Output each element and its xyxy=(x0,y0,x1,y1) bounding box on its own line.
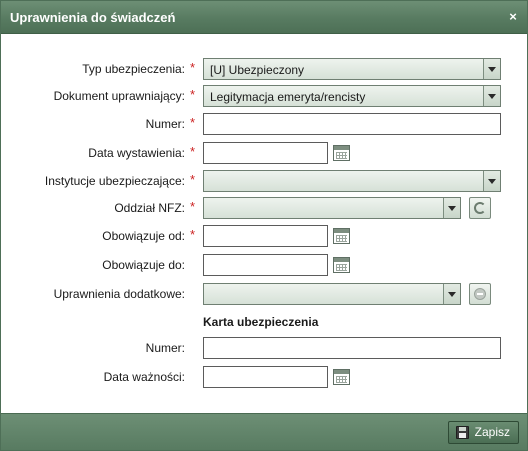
obowiazuje-do-input[interactable] xyxy=(203,254,328,276)
row-karta-numer: Numer: xyxy=(1,337,527,359)
uprawnienia-dodatkowe-label: Uprawnienia dodatkowe: xyxy=(53,287,185,301)
remove-button[interactable] xyxy=(469,283,491,305)
row-oddzial-nfz: Oddział NFZ: * xyxy=(1,197,527,219)
close-icon[interactable]: × xyxy=(505,9,521,25)
chevron-down-icon[interactable] xyxy=(443,284,460,304)
dialog-title: Uprawnienia do świadczeń xyxy=(10,10,176,25)
typ-ubezpieczenia-label: Typ ubezpieczenia: xyxy=(82,62,185,76)
insurance-rights-dialog: Uprawnienia do świadczeń × Typ ubezpiecz… xyxy=(0,0,528,451)
dokument-select[interactable]: Legitymacja emeryta/rencisty xyxy=(203,85,501,107)
instytucje-label: Instytucje ubezpieczające: xyxy=(44,174,185,188)
numer-input[interactable] xyxy=(203,113,501,135)
required-marker: * xyxy=(190,199,196,214)
karta-numer-input[interactable] xyxy=(203,337,501,359)
dokument-value: Legitymacja emeryta/rencisty xyxy=(210,90,366,104)
row-typ-ubezpieczenia: Typ ubezpieczenia: * [U] Ubezpieczony xyxy=(1,58,527,80)
dialog-titlebar: Uprawnienia do świadczeń × xyxy=(1,1,527,34)
oddzial-nfz-select[interactable] xyxy=(203,197,461,219)
save-button-label: Zapisz xyxy=(474,425,510,439)
obowiazuje-od-label: Obowiązuje od: xyxy=(102,229,185,243)
chevron-down-icon[interactable] xyxy=(443,198,460,218)
floppy-disk-icon xyxy=(455,426,469,439)
uprawnienia-dodatkowe-select[interactable] xyxy=(203,283,461,305)
data-waznosci-input[interactable] xyxy=(203,366,328,388)
instytucje-select[interactable] xyxy=(203,170,501,192)
karta-section-heading: Karta ubezpieczenia xyxy=(203,315,319,329)
dialog-body: Typ ubezpieczenia: * [U] Ubezpieczony Do… xyxy=(1,35,527,413)
refresh-button[interactable] xyxy=(469,197,491,219)
required-marker: * xyxy=(190,144,196,159)
save-button[interactable]: Zapisz xyxy=(447,421,519,444)
refresh-icon xyxy=(474,202,486,214)
typ-ubezpieczenia-select[interactable]: [U] Ubezpieczony xyxy=(203,58,501,80)
chevron-down-icon[interactable] xyxy=(483,171,500,191)
dokument-label: Dokument uprawniający: xyxy=(53,89,185,103)
dialog-footer: Zapisz xyxy=(1,413,527,450)
typ-ubezpieczenia-value: [U] Ubezpieczony xyxy=(210,63,305,77)
obowiazuje-od-input[interactable] xyxy=(203,225,328,247)
required-marker: * xyxy=(190,115,196,130)
row-instytucje: Instytucje ubezpieczające: * xyxy=(1,170,527,192)
karta-numer-label: Numer: xyxy=(145,341,185,355)
row-obowiazuje-od: Obowiązuje od: * xyxy=(1,225,527,247)
chevron-down-icon[interactable] xyxy=(483,86,500,106)
chevron-down-icon[interactable] xyxy=(483,59,500,79)
calendar-icon[interactable] xyxy=(333,369,350,385)
data-waznosci-label: Data ważności: xyxy=(103,370,185,384)
row-uprawnienia-dodatkowe: Uprawnienia dodatkowe: xyxy=(1,283,527,305)
numer-label: Numer: xyxy=(145,117,185,131)
minus-circle-icon xyxy=(474,288,486,300)
data-wystawienia-label: Data wystawienia: xyxy=(88,146,185,160)
row-data-waznosci: Data ważności: xyxy=(1,366,527,388)
obowiazuje-do-label: Obowiązuje do: xyxy=(102,258,185,272)
calendar-icon[interactable] xyxy=(333,257,350,273)
row-dokument: Dokument uprawniający: * Legitymacja eme… xyxy=(1,85,527,107)
calendar-icon[interactable] xyxy=(333,228,350,244)
calendar-icon[interactable] xyxy=(333,145,350,161)
data-wystawienia-input[interactable] xyxy=(203,142,328,164)
row-obowiazuje-do: Obowiązuje do: xyxy=(1,254,527,276)
required-marker: * xyxy=(190,60,196,75)
row-data-wystawienia: Data wystawienia: * xyxy=(1,142,527,164)
oddzial-nfz-label: Oddział NFZ: xyxy=(114,201,185,215)
required-marker: * xyxy=(190,172,196,187)
required-marker: * xyxy=(190,87,196,102)
required-marker: * xyxy=(190,227,196,242)
row-numer: Numer: * xyxy=(1,113,527,135)
